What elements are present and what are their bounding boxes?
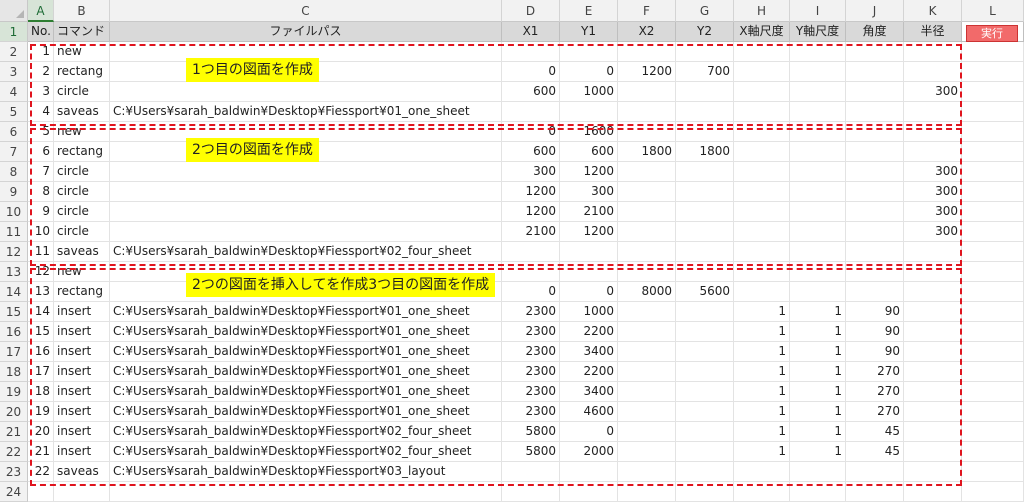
- annotation-label-2: 2つ目の図面を作成: [186, 138, 319, 162]
- header-cell-y1[interactable]: Y1: [560, 22, 618, 42]
- cell-l[interactable]: [962, 122, 1024, 142]
- row-header-23[interactable]: 23: [0, 462, 28, 482]
- column-header-c[interactable]: C: [110, 0, 502, 22]
- group-box-1: [30, 44, 962, 126]
- annotation-label-3: 2つの図面を挿入してを作成3つ目の図面を作成: [186, 273, 496, 297]
- cell-l[interactable]: [962, 342, 1024, 362]
- cell-l[interactable]: [962, 162, 1024, 182]
- cell-l[interactable]: [962, 42, 1024, 62]
- spreadsheet-grid[interactable]: A B C D E F G H I J K L 1 2 3 4 5 6 7 8 9 10 11 12 13 14 15 16 17 18 1…: [0, 0, 1024, 502]
- row-header-17[interactable]: 17: [0, 342, 28, 362]
- cell-l[interactable]: [962, 262, 1024, 282]
- row-header-12[interactable]: 12: [0, 242, 28, 262]
- column-header-g[interactable]: G: [676, 0, 734, 22]
- column-header-h[interactable]: H: [734, 0, 790, 22]
- cell-l[interactable]: [962, 102, 1024, 122]
- row-header-5[interactable]: 5: [0, 102, 28, 122]
- column-header-e[interactable]: E: [560, 0, 618, 22]
- column-header-j[interactable]: J: [846, 0, 904, 22]
- cell-l[interactable]: [962, 222, 1024, 242]
- row-header-15[interactable]: 15: [0, 302, 28, 322]
- header-cell-xs[interactable]: X軸尺度: [734, 22, 790, 42]
- column-header-a[interactable]: A: [28, 0, 54, 22]
- group-box-3: [30, 268, 962, 486]
- column-header-b[interactable]: B: [54, 0, 110, 22]
- cell-l[interactable]: [962, 182, 1024, 202]
- row-header-7[interactable]: 7: [0, 142, 28, 162]
- row-header-13[interactable]: 13: [0, 262, 28, 282]
- row-header-2[interactable]: 2: [0, 42, 28, 62]
- cell-l[interactable]: [962, 462, 1024, 482]
- column-header-k[interactable]: K: [904, 0, 962, 22]
- row-header-14[interactable]: 14: [0, 282, 28, 302]
- column-header-i[interactable]: I: [790, 0, 846, 22]
- cell-l[interactable]: [962, 82, 1024, 102]
- header-cell-no[interactable]: No.: [28, 22, 54, 42]
- column-header-f[interactable]: F: [618, 0, 676, 22]
- cell-empty[interactable]: [962, 482, 1024, 502]
- row-header-8[interactable]: 8: [0, 162, 28, 182]
- row-header-16[interactable]: 16: [0, 322, 28, 342]
- cell-l[interactable]: [962, 382, 1024, 402]
- row-header-10[interactable]: 10: [0, 202, 28, 222]
- run-button[interactable]: 実行: [966, 25, 1018, 42]
- row-header-11[interactable]: 11: [0, 222, 28, 242]
- cell-l[interactable]: [962, 142, 1024, 162]
- header-cell-y2[interactable]: Y2: [676, 22, 734, 42]
- cell-l[interactable]: [962, 282, 1024, 302]
- cell-l[interactable]: [962, 242, 1024, 262]
- header-cell-x1[interactable]: X1: [502, 22, 560, 42]
- row-header-1[interactable]: 1: [0, 22, 28, 42]
- cell-l[interactable]: [962, 302, 1024, 322]
- row-header-3[interactable]: 3: [0, 62, 28, 82]
- header-cell-r[interactable]: 半径: [904, 22, 962, 42]
- row-header-20[interactable]: 20: [0, 402, 28, 422]
- cell-l[interactable]: [962, 62, 1024, 82]
- header-cell-ys[interactable]: Y軸尺度: [790, 22, 846, 42]
- row-header-4[interactable]: 4: [0, 82, 28, 102]
- row-header-22[interactable]: 22: [0, 442, 28, 462]
- select-all-corner[interactable]: [0, 0, 28, 22]
- row-header-19[interactable]: 19: [0, 382, 28, 402]
- header-cell-path[interactable]: ファイルパス: [110, 22, 502, 42]
- header-cell-x2[interactable]: X2: [618, 22, 676, 42]
- column-header-d[interactable]: D: [502, 0, 560, 22]
- cell-l[interactable]: [962, 422, 1024, 442]
- cell-l[interactable]: [962, 442, 1024, 462]
- column-header-l[interactable]: L: [962, 0, 1024, 22]
- row-header-21[interactable]: 21: [0, 422, 28, 442]
- header-cell-cmd[interactable]: コマンド: [54, 22, 110, 42]
- cell-l[interactable]: [962, 322, 1024, 342]
- cell-l[interactable]: [962, 202, 1024, 222]
- group-box-2: [30, 128, 962, 266]
- header-cell-ang[interactable]: 角度: [846, 22, 904, 42]
- row-header-6[interactable]: 6: [0, 122, 28, 142]
- annotation-label-1: 1つ目の図面を作成: [186, 58, 319, 82]
- cell-l[interactable]: [962, 402, 1024, 422]
- row-header-18[interactable]: 18: [0, 362, 28, 382]
- row-header-24[interactable]: 24: [0, 482, 28, 502]
- row-header-9[interactable]: 9: [0, 182, 28, 202]
- cell-l[interactable]: [962, 362, 1024, 382]
